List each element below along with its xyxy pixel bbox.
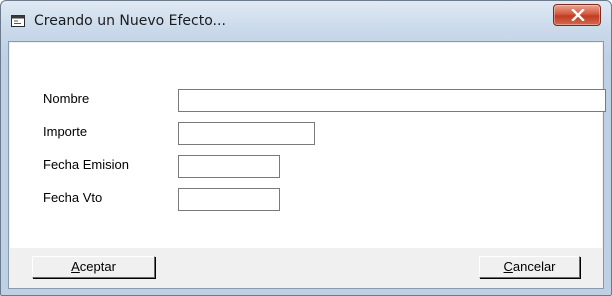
cancel-button-label: ancelar <box>512 259 556 274</box>
form-window-icon <box>11 14 25 28</box>
fecha-vto-label: Fecha Vto <box>43 190 103 205</box>
nombre-label: Nombre <box>43 91 90 106</box>
cancel-button-accelerator: C <box>503 259 513 274</box>
title-bar[interactable]: Creando un Nuevo Efecto... <box>1 1 611 41</box>
fecha-vto-input[interactable] <box>178 188 280 211</box>
dialog-window: Creando un Nuevo Efecto... Nombre Import… <box>0 0 612 296</box>
accept-button-label: ceptar <box>79 259 116 274</box>
close-icon <box>571 9 585 21</box>
nombre-input[interactable] <box>178 89 606 112</box>
dialog-client-area: Nombre Importe Fecha Emision Fecha Vto A… <box>8 41 606 289</box>
form-panel: Nombre Importe Fecha Emision Fecha Vto <box>10 43 606 248</box>
close-button[interactable] <box>553 4 601 26</box>
window-title: Creando un Nuevo Efecto... <box>34 13 226 29</box>
fecha-emision-label: Fecha Emision <box>43 157 129 172</box>
accept-button-accelerator: A <box>71 259 80 274</box>
importe-input[interactable] <box>178 122 315 145</box>
cancel-button[interactable]: Cancelar <box>479 256 580 278</box>
importe-label: Importe <box>43 124 88 139</box>
accept-button[interactable]: Aceptar <box>32 256 155 278</box>
fecha-emision-input[interactable] <box>178 155 280 178</box>
